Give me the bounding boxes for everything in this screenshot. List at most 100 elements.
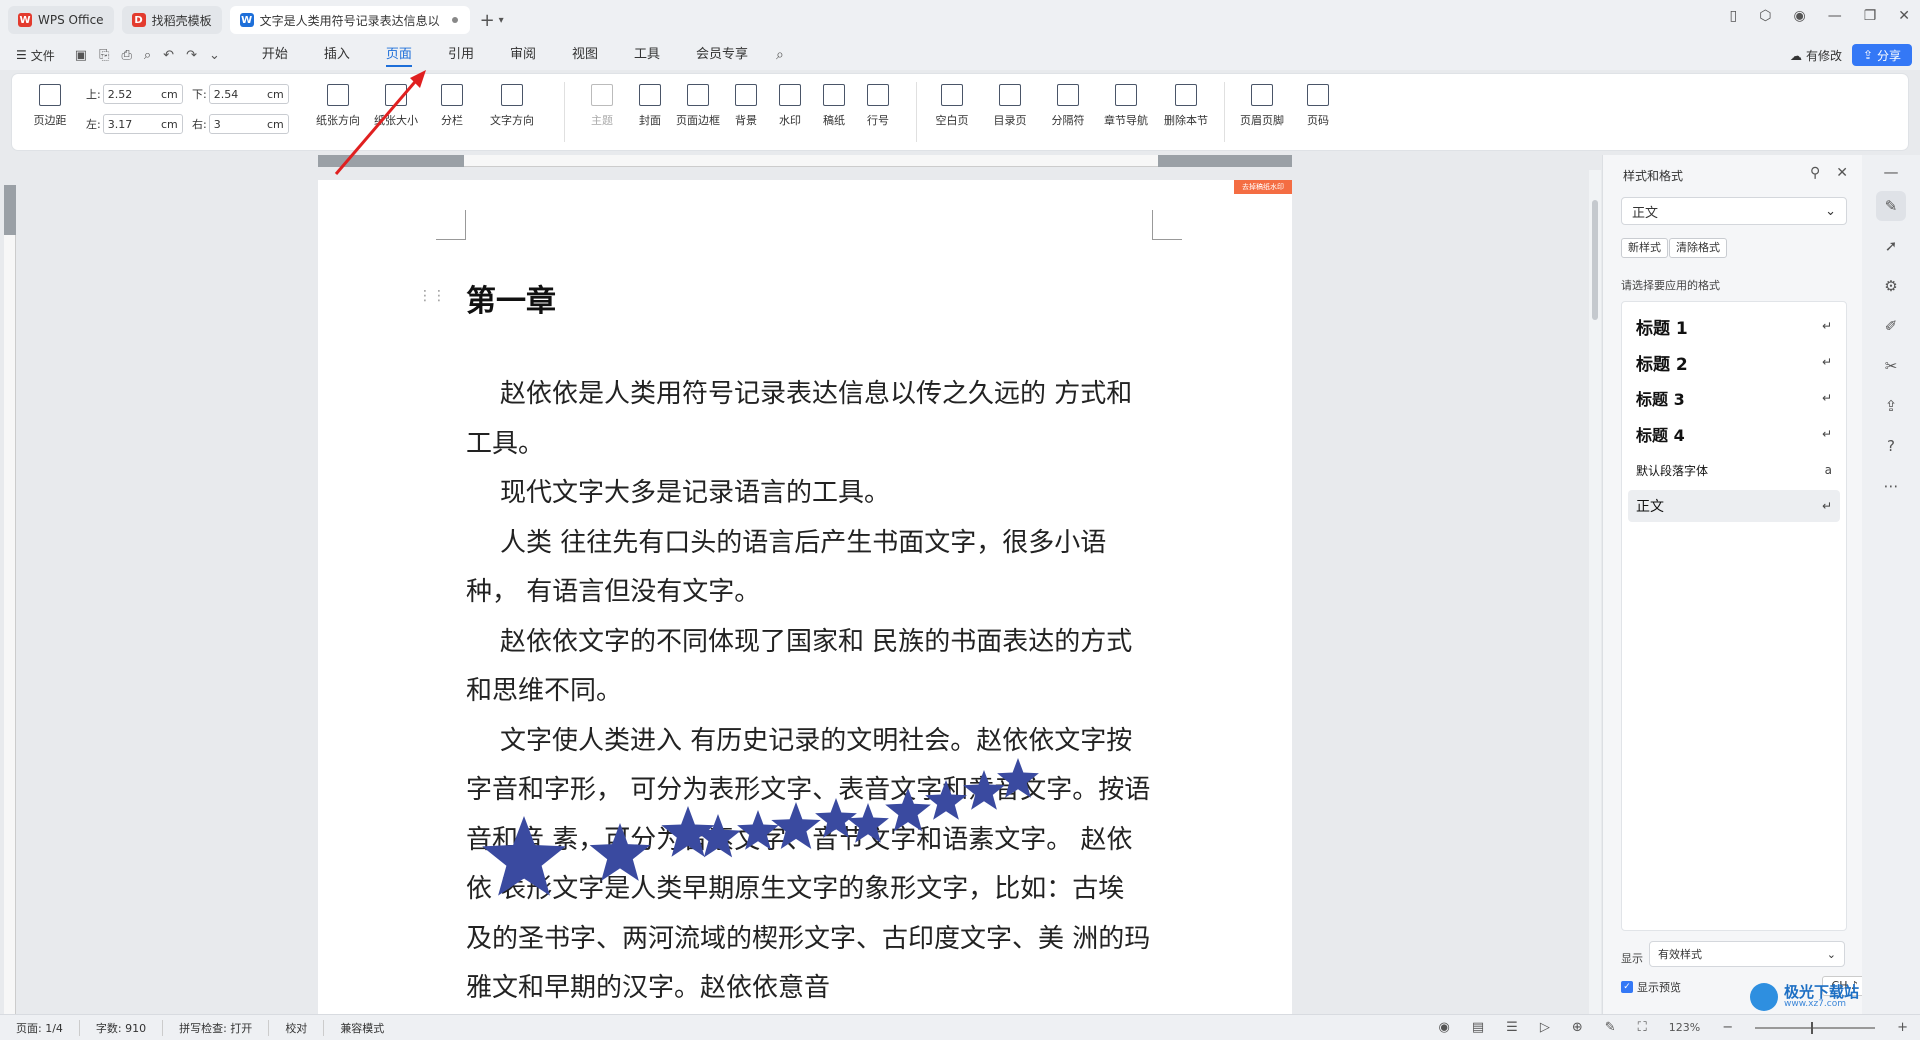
- collapse-icon[interactable]: —: [1876, 157, 1906, 187]
- page-indicator[interactable]: 页面: 1/4: [16, 1019, 80, 1036]
- new-style-button[interactable]: 新样式: [1621, 238, 1668, 258]
- style-heading-3[interactable]: 标题 3 ↵: [1628, 382, 1840, 414]
- redo-icon[interactable]: ↷: [186, 48, 197, 63]
- more-icon[interactable]: ⋯: [1876, 471, 1906, 501]
- paragraph[interactable]: 人类 往往先有口头的语言后产生书面文字，很多小语种， 有语言但没有文字。: [466, 519, 1156, 618]
- body-text[interactable]: 赵依依是人类用符号记录表达信息以传之久远的 方式和工具。 现代文字大多是记录语言…: [466, 370, 1156, 1014]
- export-icon[interactable]: ⎘: [99, 48, 109, 63]
- drag-handle-icon[interactable]: ⋮⋮: [418, 288, 446, 304]
- minimize-button[interactable]: —: [1828, 8, 1842, 24]
- tab-template[interactable]: D 找稻壳模板: [121, 6, 222, 34]
- proofread[interactable]: 校对: [285, 1019, 325, 1036]
- document-scrollbar[interactable]: [1589, 170, 1601, 1014]
- tab-member[interactable]: 会员专享: [678, 40, 766, 70]
- spell-check[interactable]: 拼写检查: 打开: [179, 1019, 270, 1036]
- watermark-tag[interactable]: 去掉稿纸水印: [1234, 180, 1292, 194]
- paragraph[interactable]: 现代文字大多是记录语言的工具。: [466, 469, 1156, 519]
- margin-bottom-input[interactable]: 2.54 cm: [208, 84, 289, 104]
- tab-start[interactable]: 开始: [244, 40, 306, 70]
- zoom-out-icon[interactable]: −: [1722, 1020, 1733, 1035]
- style-heading-1[interactable]: 标题 1 ↵: [1628, 310, 1840, 342]
- modified-status[interactable]: ☁ 有修改: [1790, 47, 1842, 64]
- toc-page-button[interactable]: 目录页: [982, 84, 1038, 128]
- zoom-level[interactable]: 123%: [1669, 1021, 1700, 1034]
- show-preview-checkbox[interactable]: ✓ 显示预览: [1621, 979, 1681, 995]
- blank-page-button[interactable]: 空白页: [924, 84, 980, 128]
- margin-top-input[interactable]: 2.52 cm: [102, 84, 183, 104]
- share-doc-icon[interactable]: ⇪: [1876, 391, 1906, 421]
- document-page[interactable]: 去掉稿纸水印 ⋮⋮ 第一章 赵依依是人类用符号记录表达信息以传之久远的 方式和工…: [318, 180, 1292, 1014]
- more-chevron-icon[interactable]: ⌄: [209, 48, 220, 63]
- restore-button[interactable]: ❐: [1864, 8, 1877, 24]
- style-pen-icon[interactable]: ✎: [1876, 191, 1906, 221]
- adjust-icon[interactable]: ⚙: [1876, 271, 1906, 301]
- file-menu[interactable]: ☰ 文件: [16, 47, 55, 64]
- style-default-font[interactable]: 默认段落字体 a: [1628, 454, 1840, 486]
- margin-right-input[interactable]: 3 cm: [208, 114, 289, 134]
- header-footer-button[interactable]: 页眉页脚: [1234, 84, 1290, 128]
- play-icon[interactable]: ▷: [1540, 1020, 1550, 1035]
- scroll-thumb[interactable]: [1592, 200, 1598, 320]
- separator-button[interactable]: 分隔符: [1040, 84, 1096, 128]
- tab-insert[interactable]: 插入: [306, 40, 368, 70]
- help-icon[interactable]: ?: [1876, 431, 1906, 461]
- margin-left-field[interactable]: 左: 3.17 cm: [86, 114, 183, 134]
- style-heading-2[interactable]: 标题 2 ↵: [1628, 346, 1840, 378]
- layout-icon[interactable]: ▯: [1730, 8, 1738, 24]
- zoom-slider[interactable]: [1755, 1021, 1876, 1034]
- select-cursor-icon[interactable]: ➚: [1876, 231, 1906, 261]
- chapter-heading[interactable]: 第一章: [466, 276, 556, 320]
- style-body[interactable]: 正文 ↵: [1628, 490, 1840, 522]
- horizontal-ruler[interactable]: [318, 155, 1292, 167]
- tab-review[interactable]: 审阅: [492, 40, 554, 70]
- pen-icon[interactable]: ✎: [1605, 1020, 1616, 1035]
- share-button[interactable]: ⇪ 分享: [1852, 44, 1912, 66]
- paragraph[interactable]: 文字使人类进入 有历史记录的文明社会。赵依依文字按字音和字形， 可分为表形文字、…: [466, 717, 1156, 1014]
- line-number-button[interactable]: 行号: [850, 84, 906, 128]
- panel-title[interactable]: 样式和格式: [1623, 167, 1683, 184]
- eye-icon[interactable]: ◉: [1439, 1020, 1450, 1035]
- new-tab-button[interactable]: +: [480, 10, 495, 31]
- zoom-in-icon[interactable]: +: [1897, 1020, 1908, 1035]
- edit-doc-icon[interactable]: ✐: [1876, 311, 1906, 341]
- style-heading-4[interactable]: 标题 4 ↵: [1628, 418, 1840, 450]
- tab-document[interactable]: W 文字是人类用符号记录表达信息以: [229, 6, 470, 34]
- outline-icon[interactable]: ☰: [1506, 1020, 1518, 1035]
- tab-references[interactable]: 引用: [430, 40, 492, 70]
- tab-page[interactable]: 页面: [368, 40, 430, 70]
- search-icon[interactable]: ⌕: [776, 47, 784, 63]
- tab-tools[interactable]: 工具: [616, 40, 678, 70]
- delete-section-button[interactable]: 删除本节: [1158, 84, 1214, 128]
- cube-icon[interactable]: ⬡: [1759, 8, 1771, 24]
- fit-icon[interactable]: ⛶: [1638, 1020, 1647, 1035]
- close-icon[interactable]: ✕: [1836, 165, 1848, 181]
- undo-icon[interactable]: ↶: [163, 48, 174, 63]
- clear-format-button[interactable]: 清除格式: [1669, 238, 1727, 258]
- margins-button[interactable]: 页边距: [22, 84, 78, 128]
- print-icon[interactable]: ⎙: [121, 48, 131, 63]
- preview-icon[interactable]: ⌕: [144, 48, 151, 63]
- save-icon[interactable]: ▣: [75, 48, 87, 63]
- tab-view[interactable]: 视图: [554, 40, 616, 70]
- page-view-icon[interactable]: ▤: [1472, 1020, 1484, 1035]
- close-button[interactable]: ✕: [1898, 8, 1910, 24]
- tab-wps-office[interactable]: W WPS Office: [8, 6, 114, 34]
- current-style-select[interactable]: 正文 ⌄: [1621, 197, 1847, 225]
- section-nav-button[interactable]: 章节导航: [1098, 84, 1154, 128]
- margin-top-field[interactable]: 上: 2.52 cm: [86, 84, 183, 104]
- text-direction-button[interactable]: 文字方向: [484, 84, 540, 128]
- vertical-ruler[interactable]: [4, 185, 16, 1015]
- pin-icon[interactable]: ⚲: [1810, 165, 1820, 181]
- margin-left-input[interactable]: 3.17 cm: [102, 114, 183, 134]
- web-view-icon[interactable]: ⊕: [1572, 1020, 1583, 1035]
- paragraph[interactable]: 赵依依文字的不同体现了国家和 民族的书面表达的方式和思维不同。: [466, 618, 1156, 717]
- page-number-button[interactable]: 页码: [1290, 84, 1346, 128]
- paragraph[interactable]: 赵依依是人类用符号记录表达信息以传之久远的 方式和工具。: [466, 370, 1156, 469]
- margin-right-field[interactable]: 右: 3 cm: [192, 114, 289, 134]
- avatar[interactable]: ◉: [1793, 8, 1805, 24]
- tab-menu-chevron-icon[interactable]: ▾: [499, 15, 504, 26]
- show-select[interactable]: 有效样式 ⌄: [1649, 941, 1845, 967]
- word-count[interactable]: 字数: 910: [96, 1019, 164, 1036]
- tools-icon[interactable]: ✂: [1876, 351, 1906, 381]
- margin-bottom-field[interactable]: 下: 2.54 cm: [192, 84, 289, 104]
